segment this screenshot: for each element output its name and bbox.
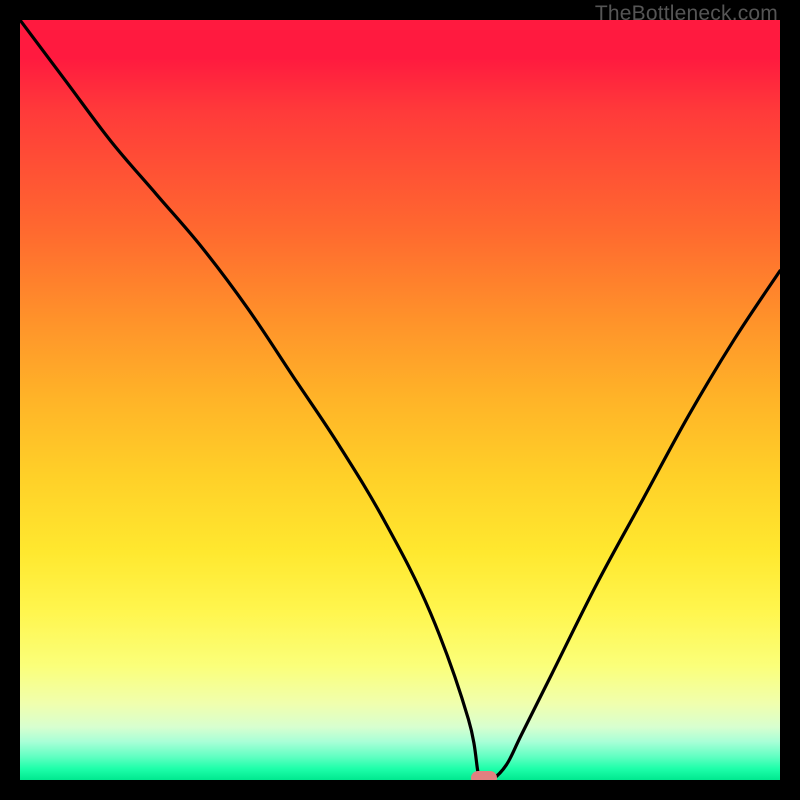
optimum-marker [471, 771, 497, 780]
plot-area [20, 20, 780, 780]
bottleneck-curve [20, 20, 780, 780]
curve-layer [20, 20, 780, 780]
chart-frame: TheBottleneck.com [0, 0, 800, 800]
